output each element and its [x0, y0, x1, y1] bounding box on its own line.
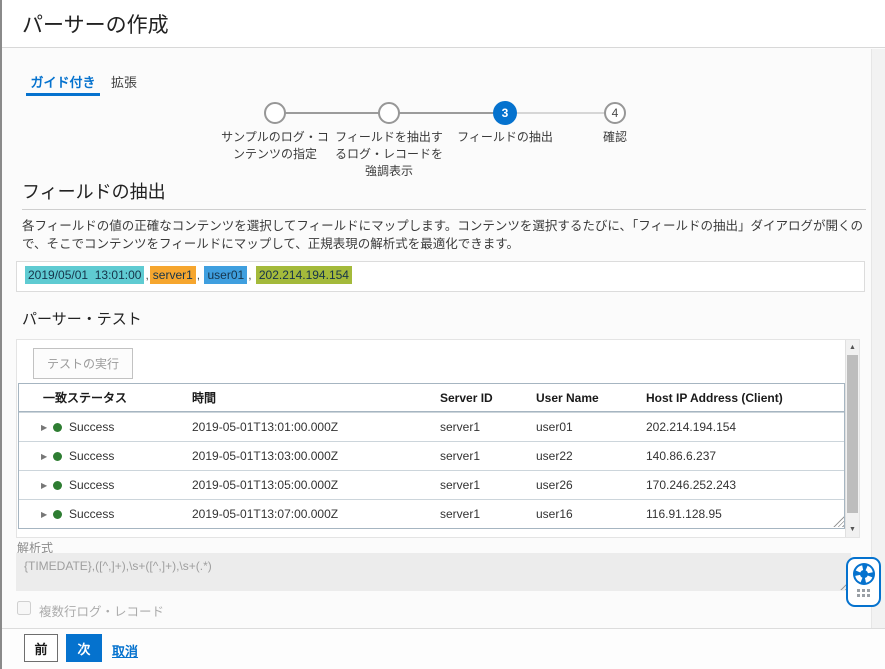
parser-test-heading: パーサー・テスト: [22, 308, 142, 329]
cell-time: 2019-05-01T13:01:00.000Z: [189, 420, 437, 434]
section-divider: [22, 209, 866, 210]
previous-button[interactable]: 前: [24, 634, 58, 662]
create-parser-dialog: パーサーの作成 ガイド付き 拡張 3 4 サンプルのログ・コンテンツの指定 フィ…: [0, 0, 885, 669]
multiline-log-checkbox[interactable]: [17, 601, 31, 615]
col-header-user-name: User Name: [533, 391, 643, 405]
status-text: Success: [69, 478, 114, 492]
step-2-label: フィールドを抽出するログ・レコードを強調表示: [333, 129, 445, 180]
cell-server-id: server1: [437, 420, 533, 434]
extract-fields-description: 各フィールドの値の正確なコンテンツを選択してフィールドにマップします。コンテンツ…: [22, 217, 868, 253]
status-text: Success: [69, 507, 114, 521]
status-text: Success: [69, 420, 114, 434]
help-widget[interactable]: [846, 557, 881, 607]
green-dot-icon: [53, 423, 62, 432]
table-row[interactable]: ▶ Success 2019-05-01T13:03:00.000Z server…: [19, 441, 844, 470]
log-token-separator: ,: [196, 266, 201, 284]
step-3-circle[interactable]: 3: [493, 101, 517, 125]
tab-guided-underline: [26, 93, 100, 96]
dialog-footer: 前 次 取消: [2, 628, 885, 669]
log-token-host-ip[interactable]: 202.214.194.154: [256, 266, 352, 284]
triangle-right-icon[interactable]: ▶: [41, 452, 53, 461]
cell-host-ip: 202.214.194.154: [643, 420, 844, 434]
step-4-circle[interactable]: 4: [604, 102, 626, 124]
extract-fields-heading: フィールドの抽出: [22, 178, 166, 204]
stepper-connector-3: [505, 112, 615, 114]
scrollbar-thumb[interactable]: [847, 355, 858, 513]
test-panel-scrollbar[interactable]: ▲ ▼: [845, 340, 859, 537]
dialog-scroll-gutter[interactable]: [871, 49, 885, 628]
cell-server-id: server1: [437, 449, 533, 463]
triangle-right-icon[interactable]: ▶: [41, 423, 53, 432]
step-1-label: サンプルのログ・コンテンツの指定: [219, 129, 331, 163]
scroll-up-icon[interactable]: ▲: [846, 344, 859, 351]
log-token-time[interactable]: 2019/05/01 13:01:00: [25, 266, 144, 284]
cell-user-name: user01: [533, 420, 643, 434]
log-token-separator: ,: [247, 266, 252, 284]
stepper-connector-2: [389, 112, 505, 114]
cell-server-id: server1: [437, 478, 533, 492]
step-1-circle[interactable]: [264, 102, 286, 124]
test-results-table: 一致ステータス 時間 Server ID User Name Host IP A…: [18, 383, 845, 529]
table-row[interactable]: ▶ Success 2019-05-01T13:05:00.000Z server…: [19, 470, 844, 499]
page-title: パーサーの作成: [22, 9, 169, 39]
log-token-separator: ,: [144, 266, 149, 284]
table-row[interactable]: ▶ Success 2019-05-01T13:07:00.000Z server…: [19, 499, 844, 528]
green-dot-icon: [53, 452, 62, 461]
cancel-link[interactable]: 取消: [112, 641, 138, 660]
next-button[interactable]: 次: [66, 634, 102, 662]
dialog-header: パーサーの作成: [2, 0, 885, 48]
cell-host-ip: 170.246.252.243: [643, 478, 844, 492]
log-token-user-name[interactable]: user01: [204, 266, 247, 284]
cell-server-id: server1: [437, 507, 533, 521]
table-row[interactable]: ▶ Success 2019-05-01T13:01:00.000Z server…: [19, 412, 844, 441]
cell-user-name: user16: [533, 507, 643, 521]
green-dot-icon: [53, 510, 62, 519]
green-dot-icon: [53, 481, 62, 490]
triangle-right-icon[interactable]: ▶: [41, 510, 53, 519]
cell-user-name: user22: [533, 449, 643, 463]
tab-advanced[interactable]: 拡張: [111, 72, 137, 91]
log-token-server-id[interactable]: server1: [150, 266, 196, 284]
col-header-match-status: 一致ステータス: [19, 389, 189, 406]
parse-expression-textarea[interactable]: {TIMEDATE},([^,]+),\s+([^,]+),\s+(.*): [16, 553, 851, 591]
run-test-button[interactable]: テストの実行: [33, 348, 133, 379]
lifebuoy-icon[interactable]: [852, 562, 876, 586]
col-header-host-ip: Host IP Address (Client): [643, 391, 844, 405]
status-text: Success: [69, 449, 114, 463]
triangle-right-icon[interactable]: ▶: [41, 481, 53, 490]
stepper-connector-1: [275, 112, 389, 114]
cell-user-name: user26: [533, 478, 643, 492]
cell-time: 2019-05-01T13:05:00.000Z: [189, 478, 437, 492]
step-3-label: フィールドの抽出: [449, 129, 561, 146]
step-4-label: 確認: [559, 129, 671, 146]
cell-time: 2019-05-01T13:07:00.000Z: [189, 507, 437, 521]
tab-guided[interactable]: ガイド付き: [26, 72, 100, 91]
col-header-server-id: Server ID: [437, 391, 533, 405]
step-2-circle[interactable]: [378, 102, 400, 124]
table-header-row: 一致ステータス 時間 Server ID User Name Host IP A…: [19, 384, 844, 412]
cell-host-ip: 140.86.6.237: [643, 449, 844, 463]
log-sample-box: 2019/05/01 13:01:00,server1, user01, 202…: [16, 261, 865, 292]
col-header-time: 時間: [189, 389, 437, 406]
cell-host-ip: 116.91.128.95: [643, 507, 844, 521]
multiline-log-label: 複数行ログ・レコード: [39, 601, 164, 620]
scroll-down-icon[interactable]: ▼: [846, 526, 859, 533]
cell-time: 2019-05-01T13:03:00.000Z: [189, 449, 437, 463]
drag-dots-icon[interactable]: [857, 589, 870, 597]
